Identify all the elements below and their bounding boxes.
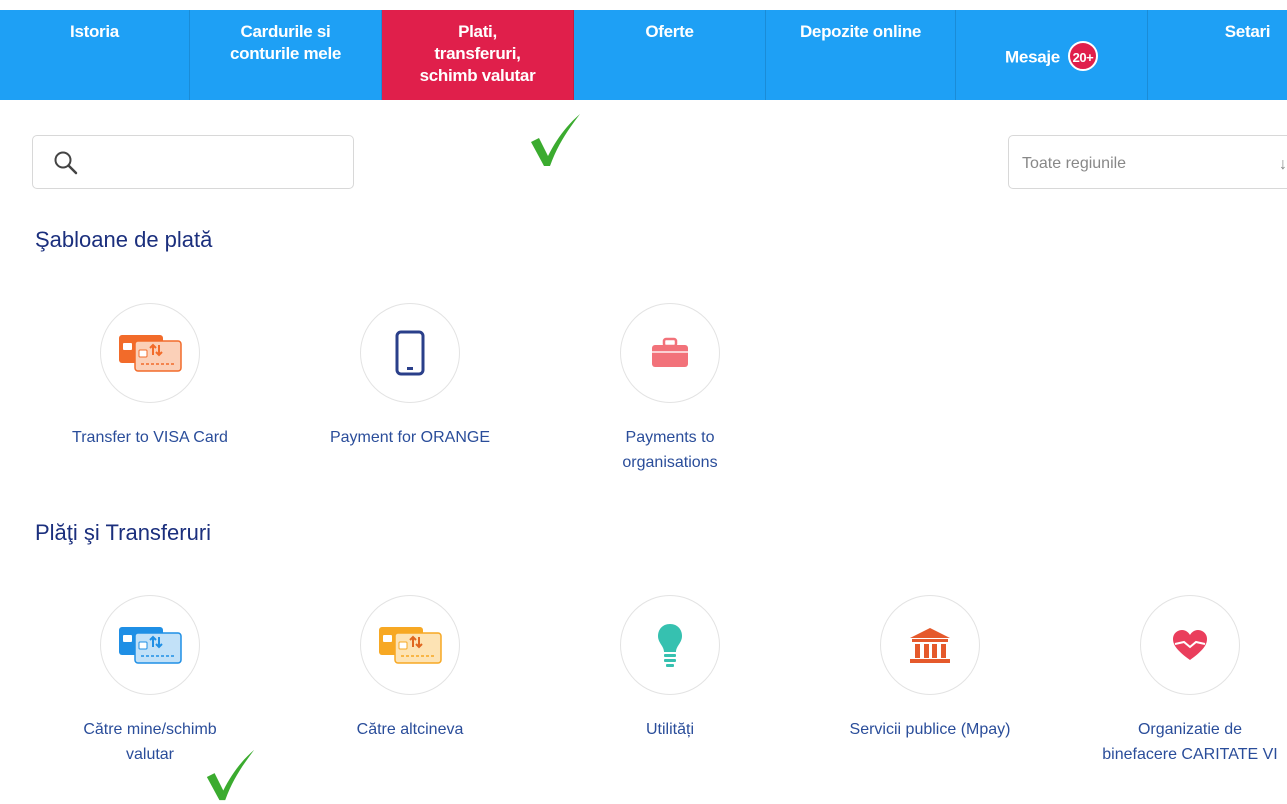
nav-item-istoria[interactable]: Istoria bbox=[0, 10, 190, 100]
template-payments-organisations[interactable]: Payments to organisations bbox=[550, 303, 790, 475]
briefcase-icon bbox=[652, 337, 688, 367]
transfer-to-someone-else[interactable]: Către altcineva bbox=[290, 595, 530, 742]
tile-label: Transfer to VISA Card bbox=[72, 429, 228, 446]
mobile-phone-icon bbox=[395, 330, 425, 376]
region-select-value: Toate regiunile bbox=[1022, 155, 1127, 172]
section-title-templates: Şabloane de plată bbox=[35, 227, 213, 252]
tile-label: Payment for ORANGE bbox=[329, 429, 491, 446]
tile-label: Utilități bbox=[645, 721, 694, 738]
nav-item-messages-label: Mesaje bbox=[1005, 47, 1060, 67]
arrow-down-icon: ↓ bbox=[1279, 156, 1287, 173]
top-nav: Istoria Cardurile si conturile mele Plat… bbox=[0, 10, 1287, 100]
transfer-charity[interactable]: Organizatie de binefacere CARITATE VI bbox=[1070, 595, 1287, 767]
nav-item-messages[interactable]: Mesaje 20+ bbox=[956, 10, 1148, 100]
transfer-to-myself[interactable]: Către mine/schimb valutar bbox=[30, 595, 270, 767]
template-transfer-visa-card[interactable]: Transfer to VISA Card bbox=[30, 303, 270, 450]
tile-circle bbox=[620, 595, 720, 695]
messages-count-badge: 20+ bbox=[1067, 41, 1098, 71]
tile-circle bbox=[360, 303, 460, 403]
tile-label: Payments to organisations bbox=[622, 429, 718, 471]
transfer-public-services[interactable]: Servicii publice (Mpay) bbox=[810, 595, 1050, 742]
tile-label: Către mine/schimb valutar bbox=[83, 721, 217, 763]
tile-circle bbox=[1140, 595, 1240, 695]
tile-circle bbox=[100, 303, 200, 403]
tile-label: Organizatie de binefacere CARITATE VI bbox=[1102, 721, 1278, 763]
card-transfer-icon bbox=[119, 627, 182, 664]
nav-item-payments-transfers[interactable]: Plati, transferuri, schimb valutar bbox=[382, 10, 574, 100]
nav-item-online-deposits[interactable]: Depozite online bbox=[766, 10, 956, 100]
tile-label: Către altcineva bbox=[356, 721, 464, 738]
tile-circle bbox=[880, 595, 980, 695]
section-title-transfers: Plăţi şi Transferuri bbox=[35, 520, 212, 545]
transfer-utilities[interactable]: Utilități bbox=[550, 595, 790, 742]
region-select[interactable]: Toate regiunile ↓ bbox=[1008, 135, 1287, 189]
heart-icon bbox=[1173, 630, 1207, 660]
nav-item-cards-accounts[interactable]: Cardurile si conturile mele bbox=[190, 10, 382, 100]
nav-item-settings[interactable]: Setari bbox=[1148, 10, 1287, 100]
bank-building-icon bbox=[910, 628, 950, 663]
green-check-icon bbox=[531, 114, 580, 166]
template-payment-orange[interactable]: Payment for ORANGE bbox=[290, 303, 530, 450]
light-bulb-icon bbox=[658, 624, 682, 667]
tile-circle bbox=[100, 595, 200, 695]
search-input[interactable] bbox=[32, 135, 354, 189]
tile-label: Servicii publice (Mpay) bbox=[849, 721, 1011, 738]
search-icon bbox=[54, 151, 78, 175]
tile-circle bbox=[620, 303, 720, 403]
nav-item-offers[interactable]: Oferte bbox=[574, 10, 766, 100]
tile-circle bbox=[360, 595, 460, 695]
card-transfer-icon bbox=[119, 335, 182, 372]
card-transfer-icon bbox=[379, 627, 442, 664]
